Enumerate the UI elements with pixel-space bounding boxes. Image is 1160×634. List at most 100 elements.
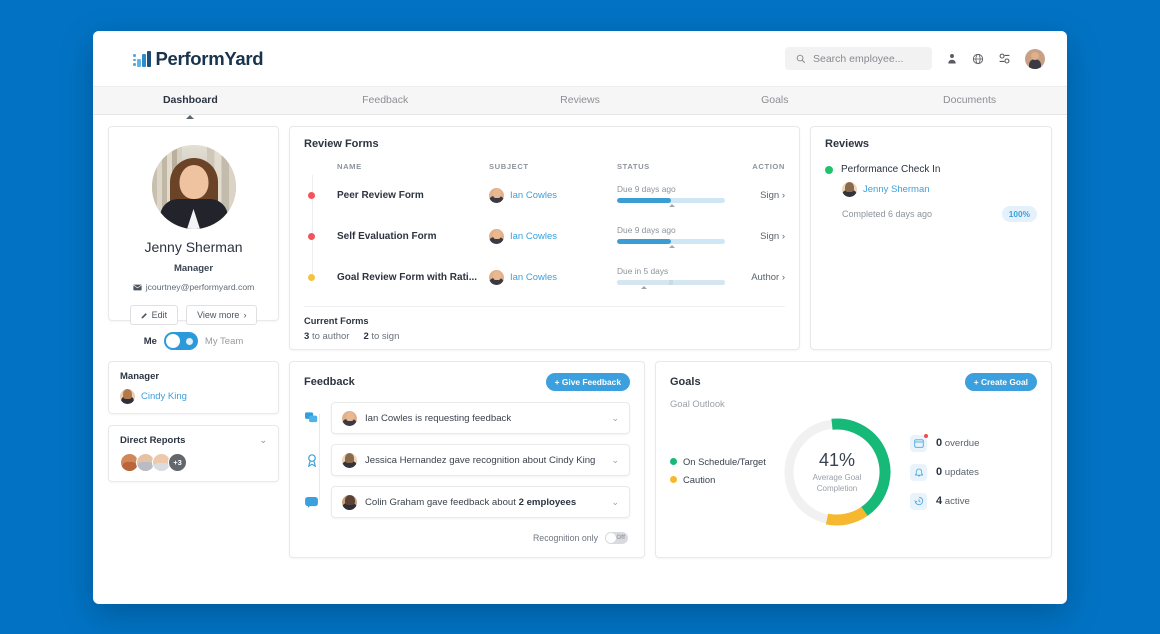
- status-dot: [308, 233, 315, 240]
- mail-icon: [133, 284, 142, 291]
- chevron-down-icon[interactable]: ⌄: [611, 413, 619, 424]
- tab-documents[interactable]: Documents: [872, 87, 1067, 114]
- goal-outlook-label: Goal Outlook: [670, 398, 1037, 409]
- donut-center-value: 41%: [813, 450, 862, 471]
- me-team-switch[interactable]: [164, 332, 198, 350]
- chevron-down-icon[interactable]: ⌄: [611, 455, 619, 466]
- give-feedback-button[interactable]: + Give Feedback: [546, 373, 630, 391]
- form-status: Due 9 days ago: [617, 184, 733, 208]
- search-icon: [796, 54, 806, 64]
- review-progress-badge: 100%: [1002, 206, 1037, 222]
- list-item[interactable]: Colin Graham gave feedback about 2 emplo…: [304, 486, 630, 518]
- goals-card: Goals + Create Goal Goal Outlook On Sche…: [655, 361, 1052, 558]
- stat-updates[interactable]: 0 updates: [910, 464, 1037, 481]
- manager-card-title: Manager: [120, 371, 267, 382]
- reviews-card: Reviews Performance Check In Jenny Sherm…: [810, 126, 1052, 350]
- form-subject[interactable]: Ian Cowles: [489, 188, 617, 203]
- recognition-only-toggle[interactable]: Recognition only Off: [304, 528, 630, 546]
- feedback-card: Feedback + Give Feedback Ian Cowles is r…: [289, 361, 645, 558]
- feedback-title: Feedback: [304, 376, 355, 388]
- review-forms-card: Review Forms NAME SUBJECT STATUS ACTION …: [289, 126, 800, 350]
- direct-reports-avatars[interactable]: +3: [120, 453, 267, 472]
- review-completed-text: Completed 6 days ago: [842, 209, 932, 219]
- status-dot: [308, 192, 315, 199]
- column-status: STATUS: [617, 162, 733, 171]
- direct-reports-title: Direct Reports ⌄: [120, 435, 267, 446]
- avatar: [342, 453, 357, 468]
- list-item[interactable]: Ian Cowles is requesting feedback ⌄: [304, 402, 630, 434]
- tab-dashboard[interactable]: Dashboard: [93, 87, 288, 114]
- app-header: PerformYard Search employee...: [93, 31, 1067, 86]
- avatar-overflow-count[interactable]: +3: [168, 453, 187, 472]
- calendar-alert-icon: [910, 435, 927, 452]
- goal-legend: On Schedule/Target Caution: [670, 452, 778, 492]
- feedback-text: Colin Graham gave feedback about 2 emplo…: [365, 497, 603, 508]
- goal-stats: 0 overdue 0 updates: [896, 435, 1037, 510]
- form-subject[interactable]: Ian Cowles: [489, 229, 617, 244]
- table-row[interactable]: Peer Review Form Ian Cowles Due 9 days a…: [304, 175, 785, 216]
- tab-goals[interactable]: Goals: [677, 87, 872, 114]
- profile-name: Jenny Sherman: [121, 239, 266, 255]
- manager-person[interactable]: Cindy King: [120, 389, 267, 404]
- profile-role: Manager: [121, 263, 266, 274]
- scope-toggle[interactable]: Me My Team: [108, 332, 279, 350]
- app-window: PerformYard Search employee... Dashboard…: [93, 31, 1067, 604]
- profile-actions: Edit View more›: [121, 305, 266, 325]
- column-action: ACTION: [733, 162, 785, 171]
- view-more-button[interactable]: View more›: [186, 305, 257, 325]
- manager-card: Manager Cindy King: [108, 361, 279, 414]
- avatar: [489, 270, 504, 285]
- table-row[interactable]: Self Evaluation Form Ian Cowles Due 9 da…: [304, 216, 785, 257]
- list-item[interactable]: Jessica Hernandez gave recognition about…: [304, 444, 630, 476]
- toggle-label-my-team: My Team: [205, 336, 243, 347]
- form-status: Due 9 days ago: [617, 225, 733, 249]
- recognition-award-icon: [304, 452, 319, 469]
- column-name: NAME: [304, 162, 489, 171]
- profile-card: Jenny Sherman Manager jcourtney@performy…: [108, 126, 279, 321]
- form-action-sign[interactable]: Sign ›: [733, 190, 785, 201]
- review-person[interactable]: Jenny Sherman: [863, 184, 930, 195]
- form-subject[interactable]: Ian Cowles: [489, 270, 617, 285]
- stat-overdue[interactable]: 0 overdue: [910, 435, 1037, 452]
- main-nav: Dashboard Feedback Reviews Goals Documen…: [93, 86, 1067, 115]
- chevron-down-icon[interactable]: ⌄: [611, 497, 619, 508]
- history-clock-icon: [910, 493, 927, 510]
- user-avatar[interactable]: [1025, 49, 1045, 69]
- toggle-label-me: Me: [144, 336, 157, 347]
- person-upload-icon[interactable]: [946, 53, 958, 65]
- review-forms-header: NAME SUBJECT STATUS ACTION: [304, 162, 785, 171]
- tab-reviews[interactable]: Reviews: [483, 87, 678, 114]
- review-name: Performance Check In: [841, 164, 941, 175]
- search-placeholder: Search employee...: [813, 53, 903, 65]
- table-row[interactable]: Goal Review Form with Rati... Ian Cowles…: [304, 257, 785, 298]
- legend-item-on-schedule: On Schedule/Target: [670, 456, 778, 467]
- form-status: Due in 5 days: [617, 266, 733, 290]
- chat-bubble-icon: [304, 495, 319, 510]
- current-forms-footer: Current Forms 3 to author 2 to sign: [304, 306, 785, 342]
- review-item[interactable]: Performance Check In Jenny Sherman Compl…: [825, 164, 1037, 222]
- avatar: [342, 411, 357, 426]
- recognition-only-switch[interactable]: Off: [605, 532, 628, 544]
- settings-gear-icon[interactable]: [998, 52, 1011, 65]
- form-action-sign[interactable]: Sign ›: [733, 231, 785, 242]
- chevron-down-icon[interactable]: ⌄: [259, 435, 267, 446]
- stat-active[interactable]: 4 active: [910, 493, 1037, 510]
- performyard-logo[interactable]: PerformYard: [133, 48, 263, 70]
- edit-button[interactable]: Edit: [130, 305, 179, 325]
- form-action-author[interactable]: Author ›: [733, 272, 785, 283]
- globe-icon[interactable]: [972, 53, 984, 65]
- donut-center-label: Average Goal Completion: [813, 473, 862, 495]
- goals-title: Goals: [670, 376, 701, 388]
- profile-email: jcourtney@performyard.com: [121, 282, 266, 292]
- chat-bubbles-icon: [304, 410, 319, 426]
- tab-feedback[interactable]: Feedback: [288, 87, 483, 114]
- forms-to-author: 3 to author: [304, 331, 349, 342]
- search-input[interactable]: Search employee...: [785, 47, 932, 70]
- feedback-text: Ian Cowles is requesting feedback: [365, 413, 603, 424]
- avatar: [120, 389, 135, 404]
- feedback-text: Jessica Hernandez gave recognition about…: [365, 455, 603, 466]
- forms-to-sign: 2 to sign: [363, 331, 399, 342]
- manager-name[interactable]: Cindy King: [141, 391, 187, 402]
- create-goal-button[interactable]: + Create Goal: [965, 373, 1037, 391]
- status-dot: [308, 274, 315, 281]
